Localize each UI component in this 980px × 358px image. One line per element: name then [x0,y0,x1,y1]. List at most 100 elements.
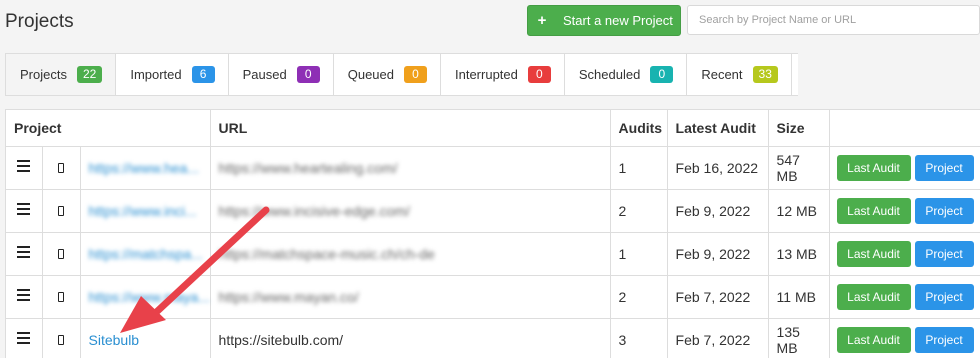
project-name-cell: Sitebulb [80,318,211,358]
project-link[interactable]: https://www.inci... [89,203,197,219]
audits-cell: 3 [610,318,668,358]
url-cell: https://www.mayan.co/ [210,275,611,319]
table-row: https://www.maya... https://www.mayan.co… [6,275,980,319]
table-header-row: Project URL Audits Latest Audit Size [6,110,980,147]
count-badge: 33 [752,66,778,83]
project-filter-tabs: Projects 22 Imported 6 Paused 0 Queued 0… [5,53,798,96]
latest-audit-cell: Feb 9, 2022 [667,189,769,233]
project-name-cell: https://matchspa... [80,232,211,276]
project-url: https://matchspace-music.ch/ch-de [218,245,435,262]
project-name-cell: https://www.hea... [80,146,211,190]
audits-cell: 1 [610,232,668,276]
last-audit-button[interactable]: Last Audit [836,240,911,267]
tab-imported[interactable]: Imported 6 [116,54,229,95]
tab-label: Recent [701,67,743,82]
count-badge: 0 [650,66,674,83]
mobile-device-icon [58,205,64,216]
audits-cell: 2 [610,189,668,233]
url-cell: https://www.heartealing.com/ [210,146,611,190]
actions-cell: Last Audit Project [829,318,980,358]
mobile-device-icon [58,162,64,173]
url-cell: https://matchspace-music.ch/ch-de [210,232,611,276]
mobile-device-icon [58,334,64,345]
device-cell [42,146,81,190]
count-badge: 0 [527,66,551,83]
project-link[interactable]: https://www.hea... [89,160,200,176]
last-audit-button[interactable]: Last Audit [836,154,911,181]
tab-label: Interrupted [455,67,518,82]
latest-audit-cell: Feb 7, 2022 [667,318,769,358]
audits-cell: 2 [610,275,668,319]
tab-label: Paused [242,67,287,82]
row-menu-cell[interactable] [6,318,43,358]
top-bar: Projects + Start a new Project [0,0,980,46]
count-badge: 6 [191,66,215,83]
row-menu-cell[interactable] [6,232,43,276]
project-url: https://www.heartealing.com/ [218,159,398,176]
device-cell [42,189,81,233]
actions-cell: Last Audit Project [829,146,980,190]
hamburger-menu-icon[interactable] [17,286,31,304]
count-badge: 0 [404,66,427,83]
column-header-actions [829,110,980,147]
size-cell: 11 MB [768,275,830,319]
tab-label: Scheduled [578,67,641,82]
device-cell [42,275,81,319]
tab-recent[interactable]: Recent 33 [687,54,792,95]
actions-cell: Last Audit Project [829,189,980,233]
column-header-size[interactable]: Size [768,110,830,147]
tab-interrupted[interactable]: Interrupted 0 [441,54,565,95]
project-button[interactable]: Project [914,240,974,267]
tab-paused[interactable]: Paused 0 [229,54,334,95]
project-url: https://www.mayan.co/ [218,288,359,305]
size-cell: 547 MB [768,146,830,190]
tab-queued[interactable]: Queued 0 [334,54,441,95]
hamburger-menu-icon[interactable] [17,200,31,218]
page-title: Projects [5,11,74,32]
project-url: https://www.incisive-edge.com/ [218,202,410,219]
projects-table: Project URL Audits Latest Audit Size htt… [5,109,980,358]
project-button[interactable]: Project [914,197,974,224]
project-name-cell: https://www.maya... [80,275,211,319]
project-button[interactable]: Project [914,154,974,181]
project-button[interactable]: Project [914,326,974,353]
hamburger-menu-icon[interactable] [17,243,31,261]
size-cell: 13 MB [768,232,830,276]
row-menu-cell[interactable] [6,189,43,233]
table-row: Sitebulb https://sitebulb.com/ 3 Feb 7, … [6,318,980,358]
project-url: https://sitebulb.com/ [218,331,344,348]
project-link[interactable]: https://matchspa... [89,246,203,262]
latest-audit-cell: Feb 16, 2022 [667,146,769,190]
device-cell [42,232,81,276]
column-header-latest-audit[interactable]: Latest Audit [667,110,769,147]
project-button[interactable]: Project [914,283,974,310]
tab-scheduled[interactable]: Scheduled 0 [565,54,688,95]
count-badge: 0 [296,66,320,83]
column-header-project[interactable]: Project [6,110,211,147]
start-new-project-button[interactable]: + Start a new Project [527,5,681,36]
last-audit-button[interactable]: Last Audit [836,283,911,310]
plus-icon: + [537,12,547,29]
row-menu-cell[interactable] [6,275,43,319]
hamburger-menu-icon[interactable] [17,157,31,175]
last-audit-button[interactable]: Last Audit [836,197,911,224]
mobile-device-icon [58,248,64,259]
latest-audit-cell: Feb 9, 2022 [667,232,769,276]
tab-projects[interactable]: Projects 22 [6,54,117,95]
size-cell: 12 MB [768,189,830,233]
last-audit-button[interactable]: Last Audit [836,326,911,353]
url-cell: https://www.incisive-edge.com/ [210,189,611,233]
audits-cell: 1 [610,146,668,190]
actions-cell: Last Audit Project [829,232,980,276]
hamburger-menu-icon[interactable] [17,329,31,347]
project-link[interactable]: https://www.maya... [89,289,210,305]
column-header-audits[interactable]: Audits [610,110,668,147]
column-header-url[interactable]: URL [210,110,611,147]
actions-cell: Last Audit Project [829,275,980,319]
project-link-sitebulb[interactable]: Sitebulb [89,332,140,348]
project-search-input[interactable] [687,5,980,35]
tab-label: Queued [347,67,394,82]
row-menu-cell[interactable] [6,146,43,190]
latest-audit-cell: Feb 7, 2022 [667,275,769,319]
url-cell: https://sitebulb.com/ [210,318,611,358]
